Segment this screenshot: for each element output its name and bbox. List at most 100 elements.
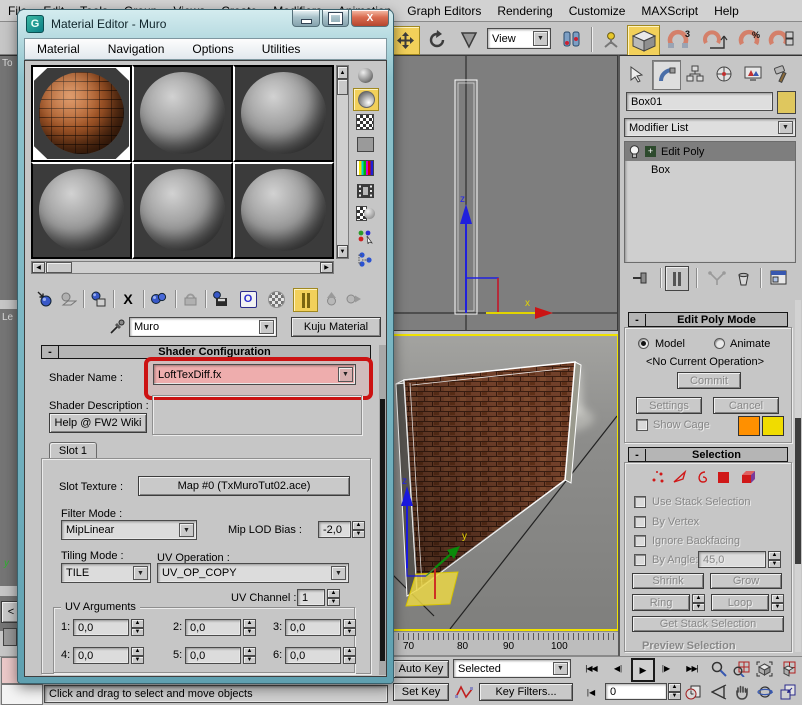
spinner-up-icon[interactable]: ▲ xyxy=(768,551,781,560)
spinner-up-icon[interactable]: ▲ xyxy=(131,647,144,656)
chevron-down-icon[interactable]: ▼ xyxy=(338,367,353,382)
use-stack-selection-checkbox[interactable] xyxy=(634,496,646,508)
cage-color-swatch-orange[interactable] xyxy=(738,416,760,436)
minimize-button[interactable] xyxy=(292,10,320,27)
loop-spinner[interactable]: ▲ ▼ xyxy=(771,594,784,611)
object-name-field[interactable]: Box01 xyxy=(626,92,773,111)
collapse-icon[interactable]: - xyxy=(629,314,646,326)
spinner-up-icon[interactable]: ▲ xyxy=(131,619,144,628)
sample-vertical-scrollbar[interactable]: ▲ ▼ xyxy=(336,65,349,259)
shrink-button[interactable]: Shrink xyxy=(632,573,704,589)
get-material-button[interactable] xyxy=(33,289,55,309)
uv-arg-6-field[interactable]: 0,0 xyxy=(285,647,341,664)
next-frame-button[interactable]: |▶ xyxy=(655,660,677,677)
chevron-down-icon[interactable]: ▼ xyxy=(331,566,346,580)
go-forward-to-sibling-button[interactable] xyxy=(342,289,364,309)
collapse-icon[interactable]: - xyxy=(42,346,59,358)
by-angle-checkbox[interactable] xyxy=(634,554,646,566)
background-button[interactable] xyxy=(353,111,377,132)
scroll-down-button[interactable]: ▼ xyxy=(337,245,348,258)
stack-row-edit-poly[interactable]: + Edit Poly xyxy=(625,142,795,161)
slot-1-tab[interactable]: Slot 1 xyxy=(49,442,97,459)
put-material-to-scene-button[interactable] xyxy=(57,289,79,309)
stack-item-label[interactable]: Edit Poly xyxy=(661,146,704,158)
command-panel-scrollbar[interactable] xyxy=(795,300,801,652)
use-pivot-point-center-button[interactable] xyxy=(558,26,586,53)
key-mode-toggle-button[interactable]: |◀ xyxy=(580,684,602,700)
menu-rendering[interactable]: Rendering xyxy=(497,4,552,18)
parameters-scrollbar[interactable] xyxy=(379,345,386,675)
viewport-divider[interactable] xyxy=(0,586,18,596)
spinner-snap-toggle-button[interactable] xyxy=(766,26,795,54)
go-to-start-button[interactable]: |◀◀ xyxy=(578,660,604,677)
select-and-move-button[interactable] xyxy=(391,26,420,55)
tab-modify-active[interactable] xyxy=(652,60,681,90)
scrollbar-thumb[interactable] xyxy=(795,418,801,564)
maxscript-mini-listener-white[interactable] xyxy=(1,684,43,705)
scroll-up-button[interactable]: ▲ xyxy=(337,66,348,79)
previous-frame-button[interactable]: ◀| xyxy=(607,660,629,677)
make-preview-button[interactable] xyxy=(353,180,377,201)
arc-rotate-button[interactable] xyxy=(754,682,775,701)
menu-material[interactable]: Material xyxy=(37,42,80,56)
sample-horizontal-scrollbar[interactable]: ◀ ▶ xyxy=(31,261,334,274)
spinner-down-icon[interactable]: ▼ xyxy=(668,692,681,701)
zoom-extents-all-button[interactable] xyxy=(777,659,798,678)
current-frame-field[interactable]: 0 xyxy=(605,683,667,700)
menu-customize[interactable]: Customize xyxy=(569,4,626,18)
cage-color-swatch-yellow[interactable] xyxy=(762,416,784,436)
selection-set-dropdown[interactable]: Selected ▼ xyxy=(453,659,571,678)
spinner-up-icon[interactable]: ▲ xyxy=(352,521,365,530)
chevron-down-icon[interactable]: ▼ xyxy=(553,662,568,675)
make-unique-button[interactable] xyxy=(179,289,201,309)
zoom-button[interactable] xyxy=(708,659,729,678)
go-to-end-button[interactable]: ▶▶| xyxy=(679,660,705,677)
chevron-down-icon[interactable]: ▼ xyxy=(133,566,148,580)
border-subobject-button[interactable] xyxy=(692,468,712,486)
uv-arg-4-field[interactable]: 0,0 xyxy=(73,647,129,664)
pick-material-from-object-button[interactable] xyxy=(107,317,127,337)
edge-subobject-button[interactable] xyxy=(670,468,690,486)
scroll-left-button[interactable]: ◀ xyxy=(32,262,45,273)
model-radio[interactable] xyxy=(638,338,649,349)
reset-map-button[interactable]: X xyxy=(117,289,139,309)
sample-type-button[interactable] xyxy=(353,65,377,86)
spinner-up-icon[interactable]: ▲ xyxy=(343,647,356,656)
spinner-up-icon[interactable]: ▲ xyxy=(771,594,784,603)
element-subobject-button[interactable] xyxy=(738,468,760,486)
tab-motion[interactable] xyxy=(710,60,737,88)
stack-item-label[interactable]: Box xyxy=(651,164,670,176)
sample-slot[interactable] xyxy=(132,162,233,259)
backlight-button-active[interactable] xyxy=(353,88,379,111)
modifier-list-dropdown[interactable]: Modifier List ▼ xyxy=(624,118,796,137)
spinner-down-icon[interactable]: ▼ xyxy=(343,656,356,665)
material-name-dropdown[interactable]: Muro ▼ xyxy=(129,317,277,337)
scrollbar-thumb[interactable] xyxy=(337,79,348,95)
sample-slot[interactable] xyxy=(233,162,334,259)
grow-button[interactable]: Grow xyxy=(710,573,782,589)
field-of-view-button[interactable] xyxy=(708,682,729,701)
filter-mode-dropdown[interactable]: MipLinear ▼ xyxy=(61,520,197,540)
polygon-subobject-button[interactable] xyxy=(714,468,734,486)
remove-modifier-button[interactable] xyxy=(731,268,755,288)
uv-arg-2-spinner[interactable]: ▲▼ xyxy=(243,619,256,636)
settings-button[interactable]: Settings xyxy=(636,397,702,414)
put-to-library-button[interactable] xyxy=(209,289,231,309)
snaps-toggle-button[interactable] xyxy=(627,25,660,57)
mip-lod-bias-field[interactable]: -2,0 xyxy=(318,521,351,538)
visibility-lightbulb-icon[interactable] xyxy=(629,145,640,159)
uv-arg-1-field[interactable]: 0,0 xyxy=(73,619,129,636)
chevron-down-icon[interactable]: ▼ xyxy=(533,31,548,46)
vertex-subobject-button[interactable] xyxy=(648,468,668,486)
options-button[interactable] xyxy=(353,203,377,224)
maximize-viewport-toggle-button[interactable] xyxy=(777,682,798,701)
sample-slot[interactable] xyxy=(233,65,334,162)
uv-arg-3-field[interactable]: 0,0 xyxy=(285,619,341,636)
show-cage-checkbox[interactable] xyxy=(636,419,648,431)
menu-navigation[interactable]: Navigation xyxy=(108,42,165,56)
uv-arg-4-spinner[interactable]: ▲▼ xyxy=(131,647,144,664)
scrollbar-thumb[interactable] xyxy=(46,262,72,273)
ring-spinner[interactable]: ▲ ▼ xyxy=(692,594,705,611)
rollout-header-edit-poly-mode[interactable]: - Edit Poly Mode xyxy=(628,312,788,327)
slot-texture-map-button[interactable]: Map #0 (TxMuroTut02.ace) xyxy=(138,476,350,496)
